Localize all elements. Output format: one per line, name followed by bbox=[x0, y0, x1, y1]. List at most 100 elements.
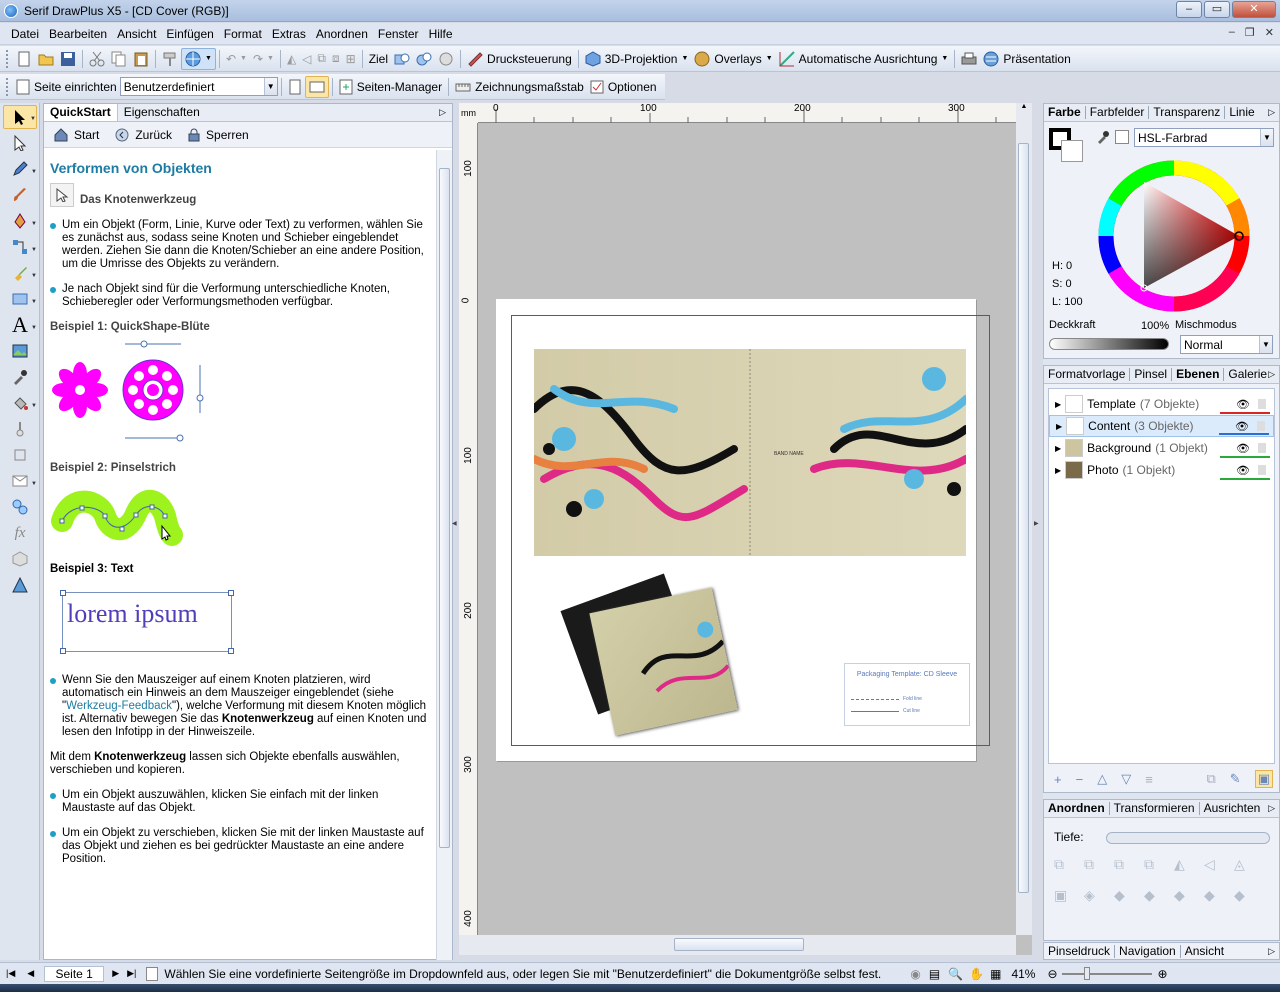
canvas-vertical-scrollbar[interactable]: ▲ bbox=[1016, 103, 1032, 935]
stamp-tool[interactable] bbox=[3, 573, 37, 597]
fill-line-swatch[interactable] bbox=[1049, 128, 1085, 164]
visibility-eye-icon[interactable]: 👁 bbox=[1236, 464, 1250, 477]
layer-row[interactable]: ▶ Template (7 Objekte) 👁 bbox=[1049, 393, 1274, 415]
left-panel-collapse-handle[interactable]: ◀ bbox=[452, 520, 458, 538]
shape-tool[interactable]: ▼ bbox=[3, 287, 37, 311]
copy-button[interactable] bbox=[108, 48, 130, 70]
layer-properties-icon[interactable]: ⧉ bbox=[1207, 771, 1216, 787]
tab-transparenz[interactable]: Transparenz bbox=[1149, 106, 1226, 119]
intersect-icon[interactable]: ◆ bbox=[1174, 887, 1204, 904]
next-page-button[interactable]: ▶ bbox=[108, 968, 123, 979]
print-control-button[interactable]: Drucksteuerung bbox=[464, 48, 575, 70]
crop-to-bottom-icon[interactable]: ◆ bbox=[1234, 887, 1264, 904]
group-icon[interactable]: ▣ bbox=[1054, 887, 1084, 904]
intersect-shape-button[interactable] bbox=[435, 48, 457, 70]
page-setup-button[interactable]: Seite einrichten bbox=[13, 76, 120, 98]
layer-options-icon[interactable]: ▣ bbox=[1254, 770, 1273, 788]
move-layer-up-icon[interactable]: △ bbox=[1097, 771, 1107, 787]
tab-ansicht[interactable]: Ansicht bbox=[1181, 944, 1228, 958]
lock-layer-icon[interactable] bbox=[1258, 399, 1266, 409]
panel-menu-icon[interactable]: ▷ bbox=[1268, 369, 1275, 380]
tab-pinseldruck[interactable]: Pinseldruck bbox=[1044, 944, 1116, 958]
lock-layer-icon[interactable] bbox=[1258, 465, 1266, 475]
lock-layer-icon[interactable] bbox=[1257, 421, 1265, 431]
zoom-in-icon[interactable]: ⊕ bbox=[1158, 967, 1168, 981]
right-panel-collapse-handle[interactable]: ▶ bbox=[1034, 520, 1040, 538]
add-shape-button[interactable] bbox=[391, 48, 413, 70]
options-button[interactable]: Optionen bbox=[587, 76, 660, 98]
start-button[interactable]: Start bbox=[54, 128, 99, 142]
menu-ansicht[interactable]: Ansicht bbox=[112, 27, 161, 41]
canvas-horizontal-scrollbar[interactable] bbox=[459, 935, 1016, 955]
zoom-tool-icon[interactable]: 🔍 bbox=[948, 967, 963, 981]
tab-anordnen[interactable]: Anordnen bbox=[1044, 802, 1110, 815]
pointer-tool[interactable]: ▼ bbox=[3, 105, 37, 129]
add-layer-icon[interactable]: + bbox=[1054, 772, 1062, 787]
subtract-shape-button[interactable] bbox=[413, 48, 435, 70]
combine-button[interactable]: ⊞ bbox=[343, 48, 359, 70]
tab-eigenschaften[interactable]: Eigenschaften bbox=[118, 104, 206, 121]
page-view-icon[interactable]: ▤ bbox=[929, 967, 940, 981]
tab-ausrichten[interactable]: Ausrichten bbox=[1200, 802, 1265, 815]
canvas-area[interactable]: mm 0 100 200 300 100 0 100 200 300 400 B… bbox=[459, 103, 1032, 955]
menu-einfuegen[interactable]: Einfügen bbox=[161, 27, 218, 41]
panel-menu-icon[interactable]: ▷ bbox=[1268, 803, 1275, 814]
tab-transformieren[interactable]: Transformieren bbox=[1110, 802, 1200, 815]
depth-slider[interactable] bbox=[1106, 832, 1270, 844]
mdi-close-button[interactable]: ✕ bbox=[1265, 26, 1274, 39]
new-button[interactable] bbox=[13, 48, 35, 70]
panel-menu-icon[interactable]: ▷ bbox=[1268, 107, 1275, 118]
menu-anordnen[interactable]: Anordnen bbox=[311, 27, 373, 41]
tab-galerie[interactable]: Galerie bbox=[1224, 368, 1271, 381]
paste-button[interactable] bbox=[130, 48, 152, 70]
layer-row[interactable]: ▶ Background (1 Objekt) 👁 bbox=[1049, 437, 1274, 459]
function-tool[interactable]: fx bbox=[3, 521, 37, 545]
tab-ebenen[interactable]: Ebenen bbox=[1172, 368, 1225, 381]
visibility-eye-icon[interactable]: 👁 bbox=[1236, 398, 1250, 411]
blend-tool[interactable] bbox=[3, 495, 37, 519]
page-indicator[interactable]: Seite 1 bbox=[44, 965, 105, 982]
subtract-icon[interactable]: ◆ bbox=[1144, 887, 1174, 904]
mdi-restore-button[interactable]: ❐ bbox=[1245, 26, 1255, 39]
visibility-eye-icon[interactable]: 👁 bbox=[1236, 442, 1250, 455]
expand-arrow-icon[interactable]: ▶ bbox=[1055, 400, 1061, 409]
drawing-scale-button[interactable]: Zeichnungsmaßstab bbox=[452, 76, 587, 98]
color-mode-dropdown[interactable]: HSL-Farbrad ▼ bbox=[1134, 128, 1274, 147]
cut-button[interactable] bbox=[86, 48, 108, 70]
send-to-back-icon[interactable]: ⧉ bbox=[1144, 856, 1174, 873]
menu-hilfe[interactable]: Hilfe bbox=[424, 27, 458, 41]
panel-expand-icon[interactable]: ▷ bbox=[439, 107, 446, 118]
tab-pinsel[interactable]: Pinsel bbox=[1130, 368, 1173, 381]
merge-layers-icon[interactable]: ≡ bbox=[1145, 772, 1153, 787]
toolbar-grip[interactable] bbox=[6, 77, 10, 96]
menu-bearbeiten[interactable]: Bearbeiten bbox=[44, 27, 112, 41]
bring-forward-icon[interactable]: ⧉ bbox=[1084, 856, 1114, 873]
ungroup-button[interactable]: ⧈ bbox=[329, 48, 343, 70]
template-info-box[interactable]: Packaging Template: CD Sleeve Fold line … bbox=[844, 663, 970, 726]
zoom-slider[interactable] bbox=[1061, 966, 1152, 980]
back-button[interactable]: Zurück bbox=[115, 128, 172, 142]
layer-row[interactable]: ▶ Content (3 Objekte) 👁 bbox=[1049, 415, 1274, 437]
expand-arrow-icon[interactable]: ▶ bbox=[1055, 444, 1061, 453]
save-button[interactable] bbox=[57, 48, 79, 70]
pan-tool-icon[interactable]: ✋ bbox=[969, 967, 984, 981]
ruler-unit[interactable]: mm bbox=[459, 103, 478, 123]
tab-navigation[interactable]: Navigation bbox=[1115, 944, 1181, 958]
connector-tool[interactable]: ▼ bbox=[3, 235, 37, 259]
minimize-button[interactable]: – bbox=[1176, 1, 1202, 18]
menu-fenster[interactable]: Fenster bbox=[373, 27, 424, 41]
flip-horizontal-button[interactable]: ◭ bbox=[284, 48, 299, 70]
color-picker-tool[interactable] bbox=[3, 365, 37, 389]
pencil-tool[interactable]: ▼ bbox=[3, 157, 37, 181]
toolbar-grip[interactable] bbox=[6, 49, 10, 68]
text-tool[interactable]: A ▼ bbox=[3, 312, 37, 337]
overlays-button[interactable]: Overlays ▼ bbox=[691, 48, 775, 70]
edit-layer-icon[interactable]: ✎ bbox=[1230, 771, 1241, 787]
tab-farbe[interactable]: Farbe bbox=[1044, 106, 1086, 119]
zoom-options-icon[interactable]: ▦ bbox=[990, 967, 1001, 981]
last-page-button[interactable]: ▶| bbox=[123, 968, 140, 979]
flip-vertical-icon[interactable]: ◁ bbox=[1204, 856, 1234, 873]
lock-layer-icon[interactable] bbox=[1258, 443, 1266, 453]
tab-formatvorlage[interactable]: Formatvorlage bbox=[1044, 368, 1131, 381]
send-backward-icon[interactable]: ⧉ bbox=[1114, 856, 1144, 873]
